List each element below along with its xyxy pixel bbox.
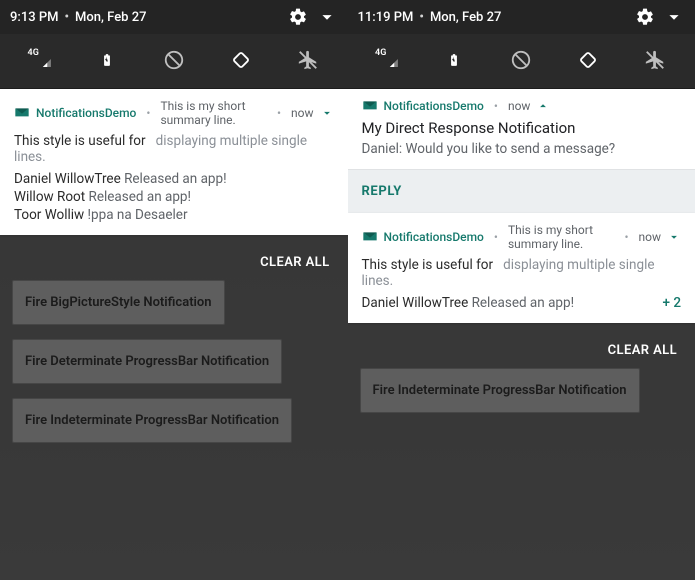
style-line: This style is useful for displaying mult…	[14, 133, 334, 165]
mail-icon	[14, 107, 30, 119]
app-name: NotificationsDemo	[384, 230, 484, 244]
battery-icon[interactable]	[442, 48, 466, 72]
status-date: Mon, Feb 27	[75, 10, 146, 25]
chevron-down-icon[interactable]	[320, 106, 334, 120]
status-bar: 11:19 PM • Mon, Feb 27	[348, 0, 695, 34]
panel-right: 11:19 PM • Mon, Feb 27 4G	[348, 0, 695, 580]
signal-icon[interactable]: 4G	[375, 48, 399, 72]
status-time: 9:13 PM	[10, 10, 59, 25]
quick-settings: 4G	[348, 34, 695, 89]
settings-icon[interactable]	[635, 7, 655, 27]
fire-notification-button[interactable]: Fire Indeterminate ProgressBar Notificat…	[12, 398, 292, 443]
reply-button[interactable]: REPLY	[348, 169, 695, 213]
inbox-line: Daniel WillowTree Released an app! + 2	[362, 295, 682, 311]
clear-all-button[interactable]: CLEAR ALL	[12, 243, 336, 280]
overflow-count: + 2	[662, 295, 681, 311]
status-time: 11:19 PM	[358, 10, 414, 25]
inbox-line: Willow Root Released an app!	[14, 189, 334, 205]
separator: •	[419, 10, 424, 25]
chevron-up-icon[interactable]	[536, 99, 550, 113]
notification-time: now	[639, 230, 662, 244]
do-not-disturb-icon[interactable]	[162, 48, 186, 72]
airplane-mode-icon[interactable]	[296, 48, 320, 72]
do-not-disturb-icon[interactable]	[509, 48, 533, 72]
clear-all-button[interactable]: CLEAR ALL	[360, 331, 684, 368]
separator: •	[65, 10, 70, 25]
expand-icon[interactable]	[316, 6, 338, 28]
mail-icon	[362, 100, 378, 112]
notification-inbox[interactable]: NotificationsDemo • This is my short sum…	[0, 89, 348, 235]
notification-title: My Direct Response Notification	[362, 119, 682, 137]
fire-notification-button[interactable]: Fire Determinate ProgressBar Notificatio…	[12, 339, 282, 384]
status-bar: 9:13 PM • Mon, Feb 27	[0, 0, 348, 34]
fire-notification-button[interactable]: Fire BigPictureStyle Notification	[12, 280, 225, 325]
notification-direct-reply[interactable]: NotificationsDemo • now My Direct Respon…	[348, 89, 695, 169]
notification-header: NotificationsDemo • now	[362, 99, 682, 113]
app-name: NotificationsDemo	[36, 106, 136, 120]
style-line: This style is useful for displaying mult…	[362, 257, 682, 289]
signal-icon[interactable]: 4G	[28, 48, 52, 72]
battery-icon[interactable]	[95, 48, 119, 72]
expand-icon[interactable]	[663, 6, 685, 28]
notification-time: now	[291, 106, 314, 120]
fire-notification-button[interactable]: Fire Indeterminate ProgressBar Notificat…	[360, 368, 640, 413]
notification-body: Daniel: Would you like to send a message…	[362, 141, 682, 157]
notification-header: NotificationsDemo • This is my short sum…	[362, 223, 682, 251]
inbox-line: Daniel WillowTree Released an app!	[14, 171, 334, 187]
app-name: NotificationsDemo	[384, 99, 484, 113]
panel-left: 9:13 PM • Mon, Feb 27 4G	[0, 0, 348, 580]
settings-icon[interactable]	[288, 7, 308, 27]
shade-background: CLEAR ALL Fire Indeterminate ProgressBar…	[348, 323, 695, 580]
notification-time: now	[508, 99, 531, 113]
auto-rotate-icon[interactable]	[229, 48, 253, 72]
quick-settings: 4G	[0, 34, 348, 89]
status-date: Mon, Feb 27	[430, 10, 501, 25]
chevron-down-icon[interactable]	[667, 230, 681, 244]
inbox-line: Toor Wolliw !ppa na Desaeler	[14, 207, 334, 223]
shade-background: CLEAR ALL Fire BigPictureStyle Notificat…	[0, 235, 348, 580]
airplane-mode-icon[interactable]	[643, 48, 667, 72]
notification-inbox[interactable]: NotificationsDemo • This is my short sum…	[348, 213, 695, 323]
notification-summary: This is my short summary line.	[508, 223, 615, 251]
notification-header: NotificationsDemo • This is my short sum…	[14, 99, 334, 127]
mail-icon	[362, 231, 378, 243]
notification-summary: This is my short summary line.	[160, 99, 267, 127]
auto-rotate-icon[interactable]	[576, 48, 600, 72]
